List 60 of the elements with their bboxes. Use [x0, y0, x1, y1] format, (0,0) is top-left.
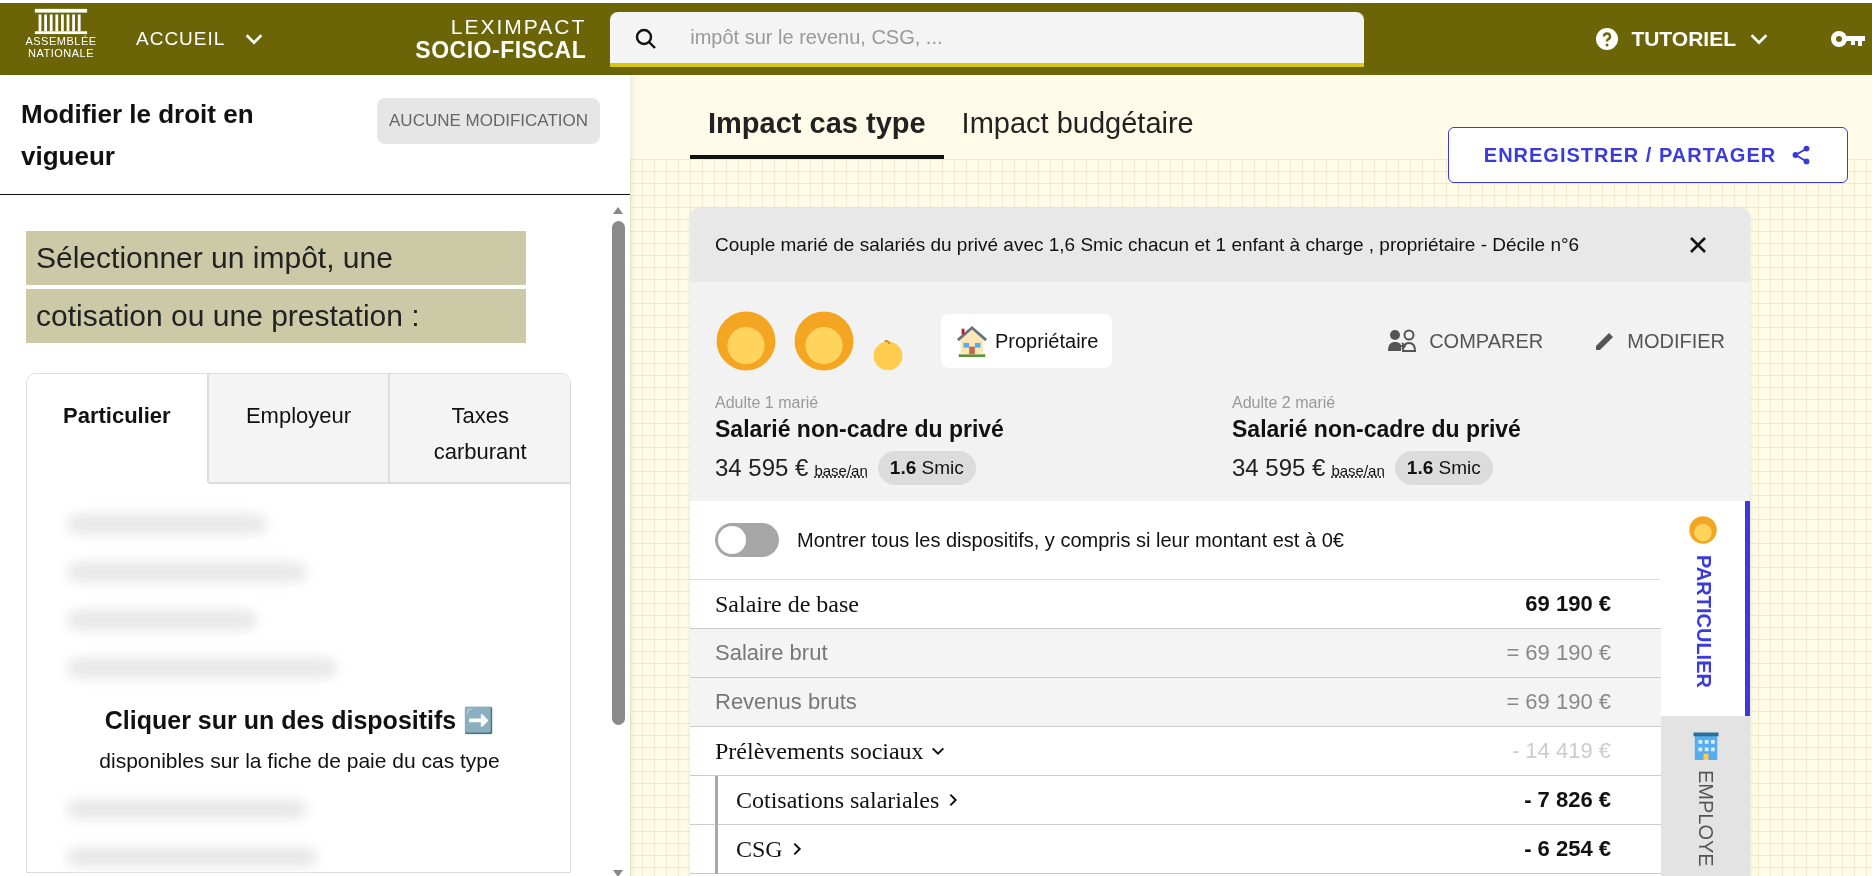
scroll-down-icon[interactable] — [612, 869, 624, 876]
person-avatar-icon — [1688, 515, 1718, 545]
tutorial-menu[interactable]: TUTORIEL — [1595, 27, 1770, 51]
amount: 69 190 € — [1525, 591, 1611, 617]
row-label: Salaire brut — [715, 640, 828, 666]
amount: - 6 254 € — [1524, 836, 1611, 862]
scroll-thumb[interactable] — [611, 221, 625, 725]
salary-unit: base/an — [1331, 461, 1385, 479]
salary-amount: 34 595 € — [715, 454, 809, 482]
home-menu[interactable]: ACCUEIL — [136, 28, 266, 50]
hint-title: Cliquer sur un des dispositifs ➡ — [103, 706, 496, 735]
row-label: Salaire de base — [715, 590, 859, 618]
job-status: Salarié non-cadre du privé — [715, 416, 1005, 443]
panel-title: Modifier le droit en vigueur — [21, 97, 255, 173]
search-field[interactable]: impôt sur le revenu, CSG, ... — [610, 11, 1365, 67]
logo-text: NATIONALE — [28, 47, 94, 59]
job-status: Salarié non-cadre du privé — [1232, 416, 1522, 443]
app-name: LEXIMPACT — [450, 14, 587, 38]
adult-caption: Adulte 1 marié — [715, 394, 820, 412]
scroll-up-icon[interactable] — [612, 205, 624, 215]
key-icon[interactable] — [1830, 29, 1866, 49]
smic-badge: 1.6 Smic — [1394, 451, 1493, 485]
toggle-label: Montrer tous les dispositifs, y compris si leur montant est à 0€ — [797, 528, 1344, 552]
compare-button[interactable]: COMPARER — [1385, 329, 1544, 353]
amount: = 69 190 € — [1506, 640, 1611, 666]
app-name: SOCIO-FISCAL — [415, 37, 587, 64]
logo[interactable]: ASSEMBLÉE NATIONALE — [18, 3, 104, 75]
case-title: Couple marié de salariés du privé avec 1,6 Smic chacun et 1 enfant à charge , propriétaire - Décile n°6 — [715, 234, 1580, 256]
expandable-row-label[interactable]: Prélèvements sociaux — [715, 737, 946, 765]
close-icon[interactable] — [1688, 235, 1708, 255]
adult-caption: Adulte 2 marié — [1232, 394, 1337, 412]
category-tab[interactable]: Employeur — [208, 374, 389, 484]
no-changes-button[interactable]: AUCUNE MODIFICATION — [377, 97, 600, 144]
adult-avatar-icon — [715, 310, 777, 372]
amount: = 69 190 € — [1506, 689, 1611, 715]
housing-label: Propriétaire — [995, 329, 1099, 353]
salary-unit: base/an — [814, 461, 868, 479]
smic-badge: 1.6 Smic — [877, 451, 976, 485]
salary-amount: 34 595 € — [1232, 454, 1326, 482]
toggle-switch[interactable] — [715, 523, 779, 557]
save-share-button[interactable]: ENREGISTRER / PARTAGER — [1448, 127, 1848, 183]
category-tab[interactable]: Taxes carburant — [388, 374, 570, 484]
expandable-row-label[interactable]: CSG — [736, 835, 805, 863]
logo-text: ASSEMBLÉE — [25, 35, 97, 47]
help-icon — [1595, 27, 1620, 51]
view-tab[interactable]: Impact budgétaire — [943, 103, 1212, 159]
expandable-row-label[interactable]: Cotisations salariales — [736, 786, 962, 814]
prompt-heading: Sélectionner un impôt, une — [26, 231, 526, 285]
hint-text: disponibles sur la fiche de paie du cas type — [98, 749, 501, 773]
edit-button[interactable]: MODIFIER — [1593, 329, 1725, 353]
adult-avatar-icon — [793, 310, 855, 372]
house-icon — [955, 324, 989, 358]
building-icon — [33, 7, 89, 35]
amount: - 7 826 € — [1524, 787, 1611, 813]
category-tab[interactable]: Particulier — [27, 374, 209, 484]
side-tab[interactable]: EMPLOYE — [1661, 716, 1750, 876]
baby-avatar-icon — [871, 338, 905, 372]
row-label: Revenus bruts — [715, 689, 857, 715]
side-tab[interactable]: PARTICULIER — [1661, 501, 1750, 716]
prompt-heading: cotisation ou une prestation : — [26, 289, 526, 343]
